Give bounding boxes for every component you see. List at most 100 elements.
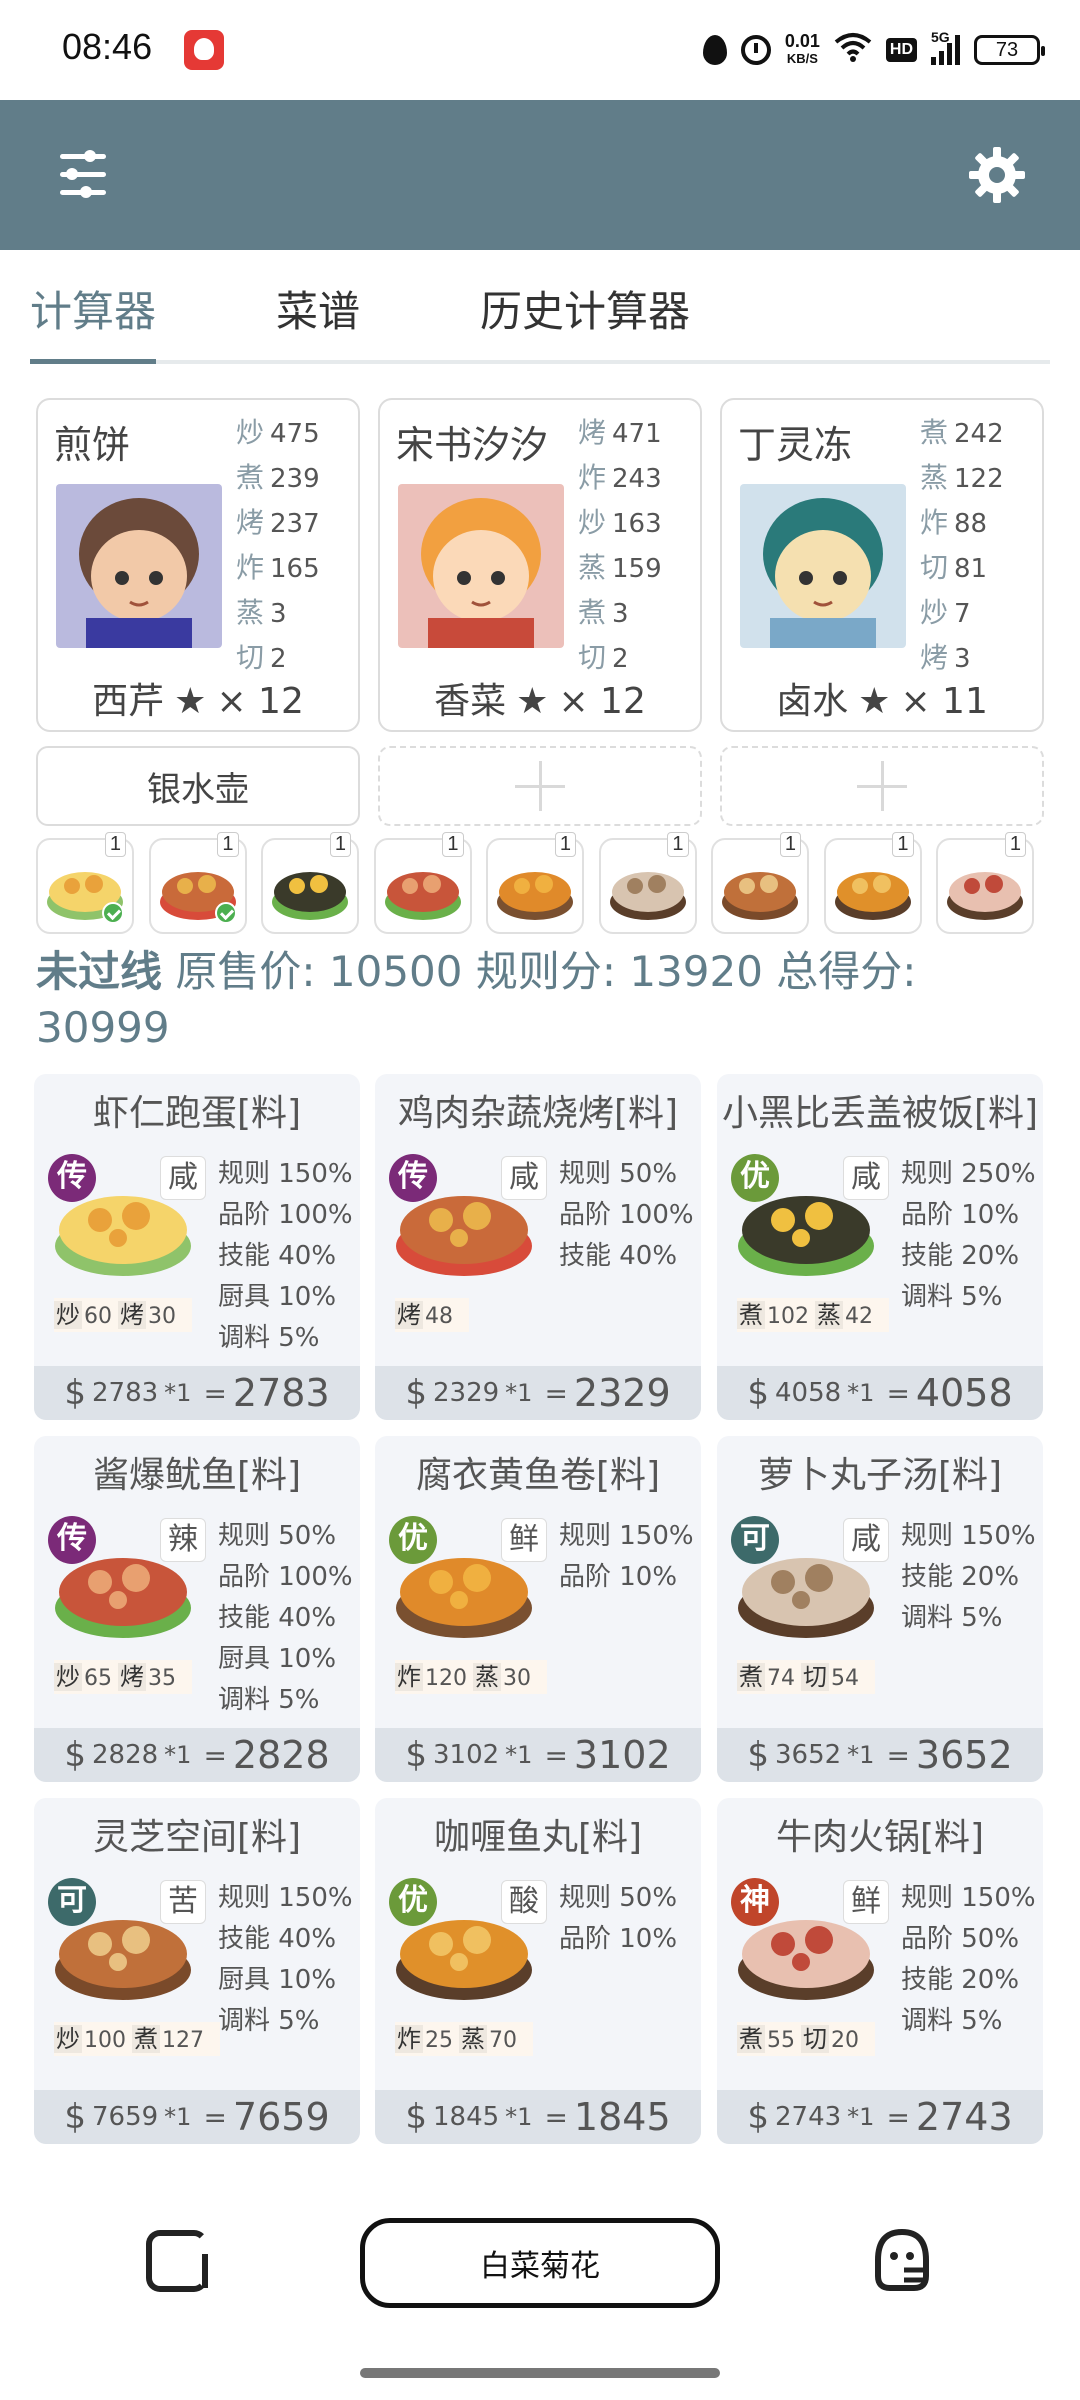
dish-card[interactable]: 鸡肉杂蔬烧烤[料] 传 咸 规则 50% 品阶 100% 技能 40% 烤 48 $ … bbox=[375, 1074, 701, 1420]
dish-title: 小黑比丢盖被饭[料] bbox=[721, 1093, 1039, 1134]
dish-rule: 厨具 10% bbox=[218, 1965, 337, 1995]
base-price: 4058 bbox=[775, 1378, 842, 1408]
dish-skill-requirement: 烤 48 bbox=[395, 1301, 453, 1329]
equals-sign: = bbox=[203, 2100, 227, 2134]
chef-stats: 煮 242 蒸 122 炸 88 切 81 炒 7 烤 3 bbox=[920, 410, 1040, 680]
taste-badge: 苦 bbox=[160, 1880, 206, 1924]
dish-rule: 调料 5% bbox=[901, 1282, 1003, 1312]
dish-title: 虾仁跑蛋[料] bbox=[92, 1093, 302, 1134]
dish-rule: 技能 20% bbox=[901, 1241, 1020, 1271]
equals-sign: = bbox=[203, 1376, 227, 1410]
chef-card[interactable]: 丁灵冻 煮 242 蒸 122 炸 88 切 81 炒 7 烤 3 卤水 ★ × 11 bbox=[720, 398, 1044, 732]
base-price: 7659 bbox=[92, 2102, 159, 2132]
dish-thumbnail[interactable]: 1 bbox=[36, 832, 134, 934]
base-price: 2743 bbox=[775, 2102, 842, 2132]
dish-card[interactable]: 咖喱鱼丸[料] 优 酸 规则 50% 品阶 10% 炸 25 蒸 70 $ 1845 *… bbox=[375, 1798, 701, 2144]
dish-card[interactable]: 灵芝空间[料] 可 苦 规则 150% 技能 40% 厨具 10% 调料 5% 炒 10… bbox=[34, 1798, 360, 2144]
dish-rule: 厨具 10% bbox=[218, 1644, 337, 1674]
dish-skill-requirement: 蒸 42 bbox=[815, 1301, 873, 1329]
dish-title: 牛肉火锅[料] bbox=[775, 1817, 985, 1858]
dish-skill-requirement: 炒 100 bbox=[54, 2025, 126, 2053]
dish-card[interactable]: 萝卜丸子汤[料] 可 咸 规则 150% 技能 20% 调料 5% 煮 74 切 54 $… bbox=[717, 1436, 1043, 1782]
dish-price: $ 7659 *1 = 7659 bbox=[34, 2090, 360, 2144]
dish-rule: 厨具 10% bbox=[218, 1282, 337, 1312]
rarity-badge: 传 bbox=[48, 1154, 96, 1202]
dish-rule: 品阶 10% bbox=[901, 1200, 1020, 1230]
dollar-icon: $ bbox=[405, 1373, 427, 1413]
dish-rule: 品阶 100% bbox=[218, 1562, 353, 1592]
equipment-slot-3[interactable] bbox=[720, 746, 1044, 826]
dish-price: $ 3652 *1 = 3652 bbox=[717, 1728, 1043, 1782]
dish-thumbnail[interactable]: 1 bbox=[711, 832, 809, 934]
total-price: 2783 bbox=[232, 1371, 330, 1415]
dish-rule: 品阶 100% bbox=[218, 1200, 353, 1230]
taste-badge: 咸 bbox=[160, 1156, 206, 1200]
chef-equip-line: 西芹 ★ × 12 bbox=[92, 681, 304, 722]
dish-price: $ 4058 *1 = 4058 bbox=[717, 1366, 1043, 1420]
dish-price: $ 2783 *1 = 2783 bbox=[34, 1366, 360, 1420]
dish-thumbnail[interactable]: 1 bbox=[373, 832, 472, 934]
dish-thumbnail[interactable]: 1 bbox=[261, 832, 359, 934]
chef-stat: 炒 475 bbox=[236, 416, 320, 449]
dish-price: $ 2329 *1 = 2329 bbox=[375, 1366, 701, 1420]
chef-stats: 炒 475 煮 239 烤 237 炸 165 蒸 3 切 2 bbox=[236, 410, 356, 680]
dish-card[interactable]: 虾仁跑蛋[料] 传 咸 规则 150% 品阶 100% 技能 40% 厨具 10% 调料… bbox=[34, 1074, 360, 1420]
dish-rule: 规则 150% bbox=[559, 1521, 694, 1551]
wifi-icon bbox=[834, 32, 872, 68]
dish-thumbnail[interactable]: 1 bbox=[823, 832, 922, 934]
total-price: 2828 bbox=[232, 1733, 330, 1777]
tab-recipes[interactable]: 菜谱 bbox=[276, 278, 360, 339]
dish-rules: 规则 250% 品阶 10% 技能 20% 调料 5% bbox=[901, 1154, 1041, 1318]
dish-rule: 品阶 50% bbox=[901, 1924, 1020, 1954]
taste-badge: 咸 bbox=[843, 1156, 889, 1200]
rarity-badge: 可 bbox=[731, 1516, 779, 1564]
chef-stat: 煮 239 bbox=[236, 461, 320, 494]
equipment-slot-1[interactable]: 银水壶 bbox=[36, 746, 360, 826]
equipment-slot-2[interactable] bbox=[378, 746, 702, 826]
dish-rule: 规则 150% bbox=[901, 1521, 1036, 1551]
dish-thumbnail[interactable]: 1 bbox=[148, 832, 247, 934]
dish-card[interactable]: 小黑比丢盖被饭[料] 优 咸 规则 250% 品阶 10% 技能 20% 调料 5% … bbox=[717, 1074, 1043, 1420]
equals-sign: = bbox=[886, 2100, 910, 2134]
assistant-icon[interactable] bbox=[870, 2226, 934, 2294]
dish-price: $ 2743 *1 = 2743 bbox=[717, 2090, 1043, 2144]
dish-thumbnail[interactable]: 1 bbox=[486, 832, 584, 934]
tab-history-calculator[interactable]: 历史计算器 bbox=[480, 278, 690, 339]
dish-rule: 技能 40% bbox=[559, 1241, 678, 1271]
dish-thumbnail[interactable]: 1 bbox=[936, 832, 1034, 934]
alarm-icon bbox=[740, 35, 771, 65]
dish-card[interactable]: 腐衣黄鱼卷[料] 优 鲜 规则 150% 品阶 10% 炸 120 蒸 30 $ 310… bbox=[375, 1436, 701, 1782]
dish-count: 1 bbox=[442, 832, 464, 857]
taste-badge: 鲜 bbox=[843, 1880, 889, 1924]
dish-rule: 调料 5% bbox=[901, 2006, 1003, 2036]
rarity-badge: 优 bbox=[389, 1878, 437, 1926]
edit-icon[interactable] bbox=[146, 2230, 208, 2292]
dish-card[interactable]: 酱爆鱿鱼[料] 传 辣 规则 50% 品阶 100% 技能 40% 厨具 10% 调料 … bbox=[34, 1436, 360, 1782]
threshold-status: 未过线 bbox=[36, 947, 163, 996]
dish-skills: 烤 48 bbox=[395, 1298, 469, 1332]
dish-count: 1 bbox=[779, 832, 801, 857]
chef-stat: 煮 242 bbox=[920, 416, 1004, 449]
home-indicator[interactable] bbox=[360, 2368, 720, 2378]
search-pill-button[interactable]: 白菜菊花 bbox=[360, 2218, 720, 2308]
settings-button[interactable] bbox=[964, 142, 1030, 208]
dish-rule: 技能 20% bbox=[901, 1965, 1020, 1995]
base-price: 2329 bbox=[433, 1378, 500, 1408]
price-multiplier: *1 bbox=[164, 1379, 192, 1407]
tab-calculator[interactable]: 计算器 bbox=[30, 278, 156, 339]
dish-card[interactable]: 牛肉火锅[料] 神 鲜 规则 150% 品阶 50% 技能 20% 调料 5% 煮 55… bbox=[717, 1798, 1043, 2144]
filter-menu-button[interactable] bbox=[50, 142, 116, 208]
dish-rule: 规则 150% bbox=[218, 1883, 353, 1913]
dish-title: 酱爆鱿鱼[料] bbox=[92, 1455, 302, 1496]
dish-count: 1 bbox=[1004, 832, 1026, 857]
chef-card[interactable]: 煎饼 炒 475 煮 239 烤 237 炸 165 蒸 3 切 2 西芹 ★ × 12 bbox=[36, 398, 360, 732]
price-multiplier: *1 bbox=[164, 1741, 192, 1769]
taste-badge: 鲜 bbox=[501, 1518, 547, 1562]
rarity-badge: 优 bbox=[389, 1516, 437, 1564]
dish-rules: 规则 50% 品阶 100% 技能 40% 厨具 10% 调料 5% bbox=[218, 1516, 358, 1721]
dish-title: 腐衣黄鱼卷[料] bbox=[415, 1455, 661, 1496]
rarity-badge: 优 bbox=[731, 1154, 779, 1202]
dish-thumbnail[interactable]: 1 bbox=[598, 832, 697, 934]
chef-card[interactable]: 宋书汐汐 烤 471 炸 243 炒 163 蒸 159 煮 3 切 2 香菜 ★ × 12 bbox=[378, 398, 702, 732]
dish-skill-requirement: 煮 127 bbox=[132, 2025, 204, 2053]
